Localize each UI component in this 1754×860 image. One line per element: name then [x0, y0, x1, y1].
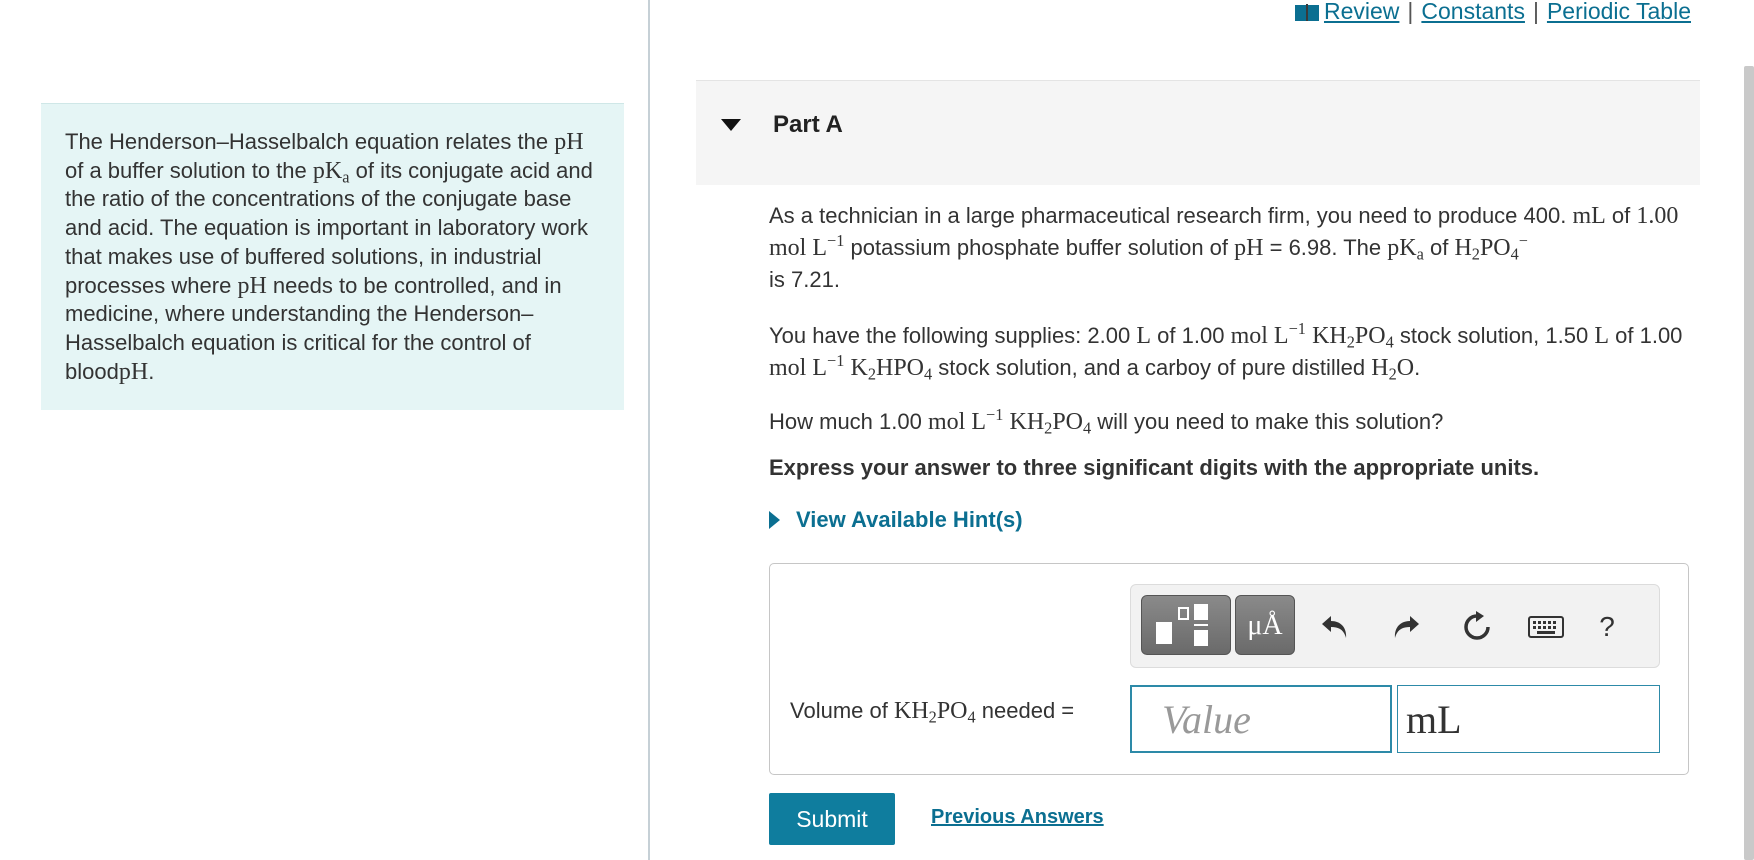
- top-links: Review | Constants | Periodic Table: [1294, 0, 1691, 25]
- intro-text: of a buffer solution to the: [65, 157, 307, 183]
- previous-answers-link[interactable]: Previous Answers: [931, 806, 1104, 829]
- keyboard-icon[interactable]: [1526, 607, 1566, 647]
- help-icon[interactable]: ?: [1587, 607, 1627, 647]
- pane-divider: [648, 0, 650, 860]
- intro-math-ph: pH: [118, 358, 149, 385]
- answer-label: Volume of KH2PO4 needed =: [790, 698, 1075, 727]
- answer-box: μÅ ? Volume of KH2PO4 needed =: [769, 563, 1689, 775]
- review-link[interactable]: Review: [1324, 0, 1399, 24]
- intro-math-ph: pH: [554, 129, 584, 155]
- collapse-triangle-icon[interactable]: [721, 119, 741, 131]
- reset-icon[interactable]: [1457, 607, 1497, 647]
- intro-panel: The Henderson–Hasselbalch equation relat…: [41, 103, 624, 410]
- expand-triangle-icon: [769, 511, 780, 529]
- instruction-text: Express your answer to three significant…: [769, 455, 1540, 480]
- question-paragraph-2: You have the following supplies: 2.00 L …: [769, 319, 1683, 384]
- templates-icon: [1156, 604, 1208, 646]
- question-paragraph-1: As a technician in a large pharmaceutica…: [769, 203, 1679, 292]
- part-header: Part A: [696, 80, 1700, 185]
- periodic-table-link[interactable]: Periodic Table: [1547, 0, 1691, 24]
- part-title: Part A: [773, 111, 843, 138]
- units-button[interactable]: μÅ: [1235, 595, 1295, 655]
- hint-toggle[interactable]: View Available Hint(s): [769, 504, 1689, 536]
- intro-math-pka: pKa: [312, 157, 350, 187]
- intro-math-ph: pH: [237, 272, 267, 299]
- question-paragraph-3: How much 1.00 mol L−1 KH2PO4 will you ne…: [769, 405, 1444, 438]
- templates-button[interactable]: [1141, 595, 1231, 655]
- constants-link[interactable]: Constants: [1421, 0, 1525, 24]
- question-body: As a technician in a large pharmaceutica…: [769, 200, 1689, 536]
- book-icon: [1294, 4, 1319, 21]
- units-input[interactable]: [1397, 685, 1660, 753]
- undo-icon[interactable]: [1315, 607, 1355, 647]
- math-toolbar: μÅ ?: [1130, 584, 1660, 668]
- submit-button[interactable]: Submit: [769, 793, 895, 845]
- intro-text: The Henderson–Hasselbalch equation relat…: [65, 129, 549, 154]
- scrollbar[interactable]: [1744, 66, 1754, 860]
- value-input[interactable]: [1130, 685, 1392, 753]
- redo-icon[interactable]: [1386, 607, 1426, 647]
